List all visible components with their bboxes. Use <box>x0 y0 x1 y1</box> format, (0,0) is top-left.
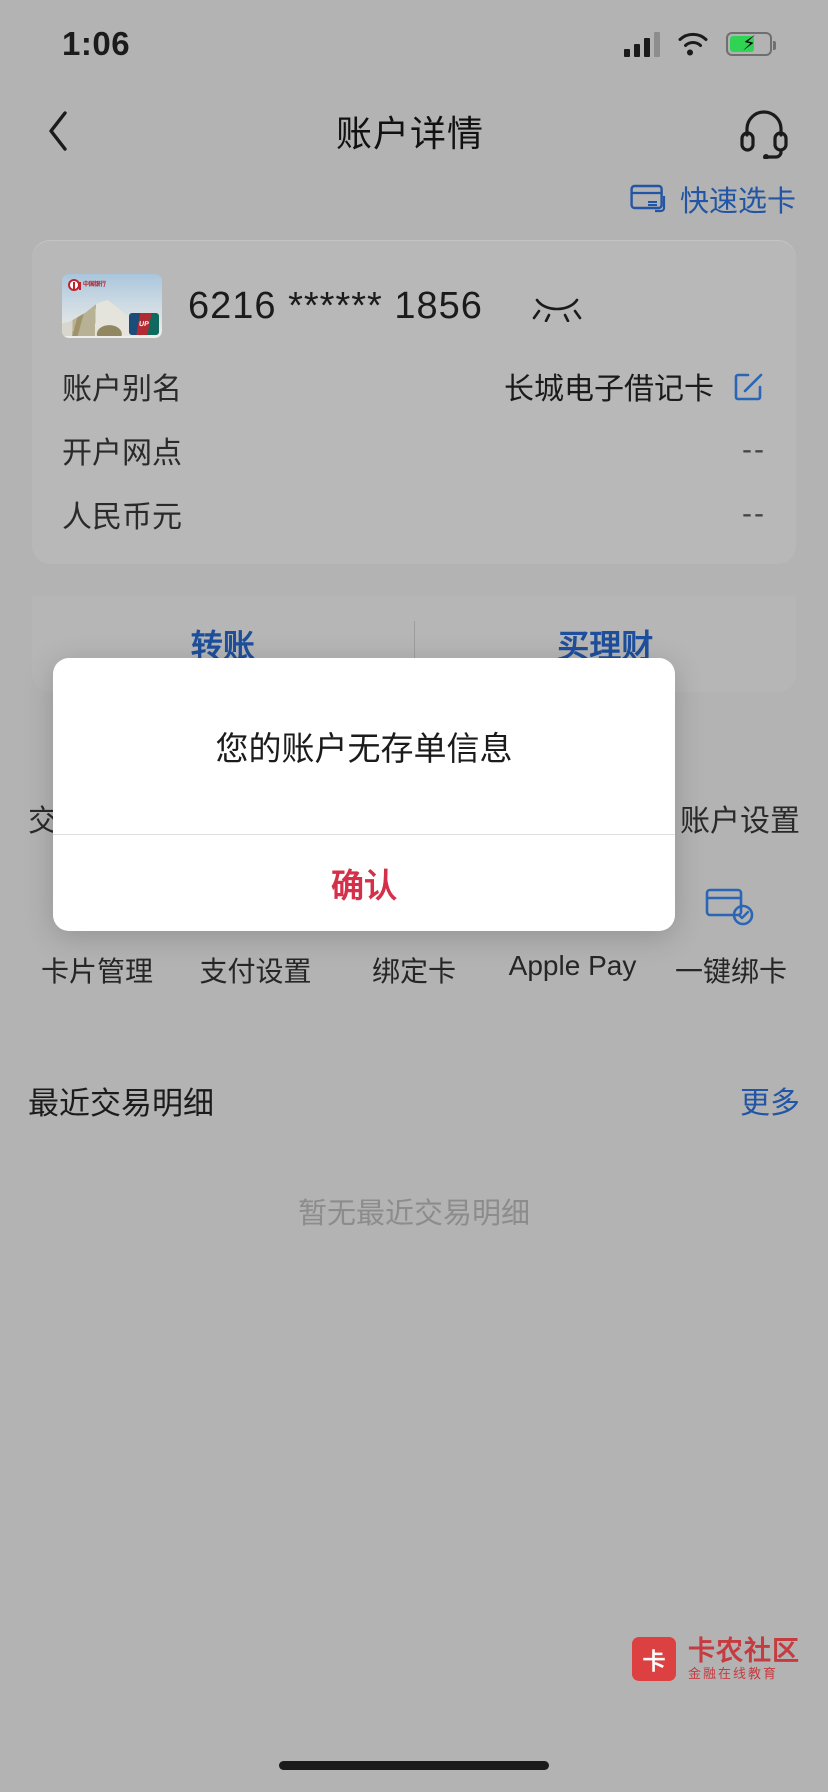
alert-dialog-message: 您的账户无存单信息 <box>215 730 513 767</box>
home-indicator <box>279 1761 549 1770</box>
quick-select-card-button[interactable]: 快速选卡 <box>630 178 796 220</box>
one-click-bind-icon <box>656 878 806 934</box>
recent-transactions-title: 最近交易明细 <box>28 1085 214 1121</box>
card-art-thumbnail: 中国银行 UP <box>62 274 162 338</box>
toggle-number-visibility-button[interactable] <box>531 289 583 323</box>
edit-pencil-icon <box>734 373 763 401</box>
phone-screen: 1:06 ⚡ 账户详情 快速选卡 中国银行 UP 6216 ****** 185… <box>0 0 828 1792</box>
grid-label: 支付设置 <box>199 956 312 987</box>
alert-dialog-body: 您的账户无存单信息 <box>53 658 675 834</box>
watermark-name: 卡农社区 <box>688 1636 800 1667</box>
bank-name: 中国银行 <box>83 281 106 288</box>
watermark-tagline: 金融在线教育 <box>688 1666 779 1682</box>
account-number: 6216 ****** 1856 <box>188 284 483 327</box>
account-row-cny: 人民币元 -- <box>62 482 766 546</box>
grid-label: 卡片管理 <box>40 956 153 987</box>
account-row-alias: 账户别名 长城电子借记卡 <box>62 354 766 418</box>
wifi-icon <box>678 32 708 56</box>
recent-transactions-more-link[interactable]: 更多 <box>740 1078 800 1122</box>
account-card: 中国银行 UP 6216 ****** 1856 账户别名 长城电子借记卡 开户… <box>32 240 796 564</box>
service-link-settings[interactable]: 账户设置 <box>680 796 800 840</box>
grid-item-one-click-bind[interactable]: 一键绑卡 <box>656 878 806 990</box>
account-row-branch: 开户网点 -- <box>62 418 766 482</box>
page-title: 账户详情 <box>335 113 484 154</box>
eye-closed-icon <box>532 298 582 322</box>
row-label: 开户网点 <box>62 437 182 470</box>
cellular-signal-icon <box>624 31 660 57</box>
battery-charging-icon: ⚡ <box>726 32 776 56</box>
row-label: 账户别名 <box>62 373 182 406</box>
grid-label: 绑定卡 <box>371 956 456 987</box>
quick-select-label: 快速选卡 <box>679 186 796 218</box>
customer-support-button[interactable] <box>734 101 794 161</box>
row-label: 人民币元 <box>62 501 182 534</box>
headset-icon <box>740 110 788 159</box>
unionpay-logo: UP <box>129 313 159 335</box>
row-value: -- <box>742 433 766 466</box>
card-switch-icon <box>630 184 666 213</box>
alert-dialog: 您的账户无存单信息 确认 <box>53 658 675 931</box>
account-header: 中国银行 UP 6216 ****** 1856 <box>62 274 766 338</box>
status-time: 1:06 <box>62 25 131 62</box>
bank-of-china-logo: 中国银行 <box>68 279 106 291</box>
row-value: 长城电子借记卡 <box>504 373 714 406</box>
account-detail-rows: 账户别名 长城电子借记卡 开户网点 -- 人民币元 -- <box>62 354 766 546</box>
watermark-badge-text: 卡 <box>642 1648 666 1674</box>
alert-confirm-button[interactable]: 确认 <box>53 835 675 931</box>
grid-label: Apple Pay <box>508 950 637 981</box>
recent-transactions-empty-state: 暂无最近交易明细 <box>297 1198 530 1230</box>
status-bar: 1:06 ⚡ <box>0 0 828 88</box>
chevron-left-icon <box>49 111 67 151</box>
recent-transactions-header: 最近交易明细 更多 <box>0 1068 828 1132</box>
back-button[interactable] <box>30 103 86 159</box>
status-icons: ⚡ <box>624 31 776 57</box>
watermark: 卡 卡农社区 金融在线教育 <box>632 1636 800 1682</box>
nav-bar: 账户详情 <box>0 88 828 174</box>
watermark-logo-icon: 卡 <box>632 1637 676 1681</box>
row-value: -- <box>742 497 766 530</box>
grid-label: 一键绑卡 <box>674 956 787 987</box>
edit-alias-button[interactable] <box>732 369 766 403</box>
